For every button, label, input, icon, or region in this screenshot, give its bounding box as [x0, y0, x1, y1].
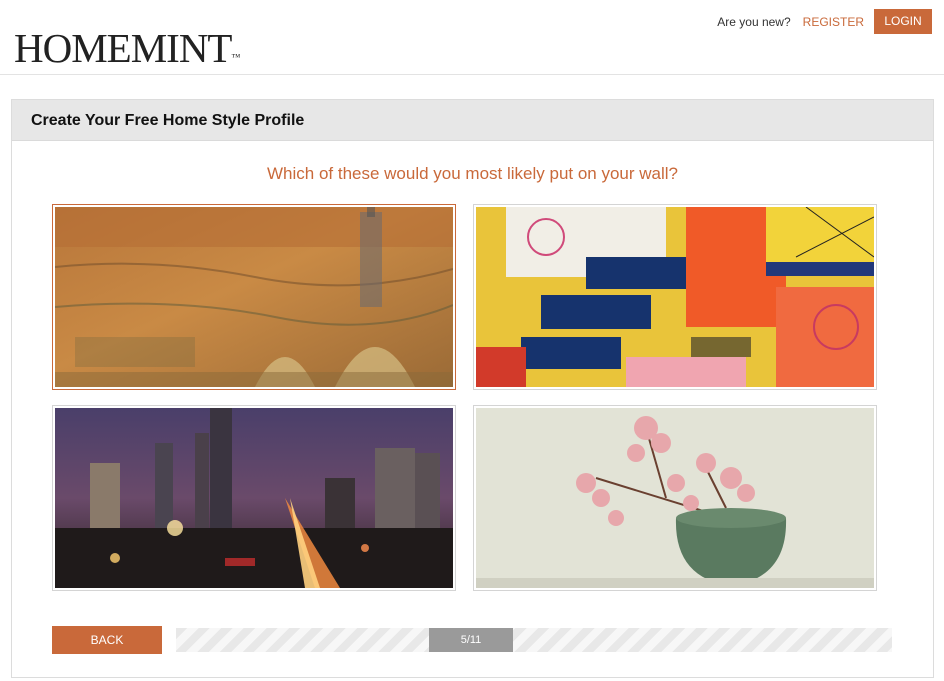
- login-button[interactable]: LOGIN: [874, 9, 932, 34]
- progress-indicator: 5/11: [429, 628, 513, 652]
- vintage-city-painting-image: [55, 207, 453, 387]
- logo-text: HOMEMINT: [14, 25, 232, 71]
- question-text: Which of these would you most likely put…: [266, 164, 679, 183]
- new-user-prompt: Are you new?: [717, 14, 791, 29]
- style-profile-panel: Create Your Free Home Style Profile Whic…: [11, 99, 934, 678]
- site-header: HOMEMINT™ Are you new? REGISTER LOGIN: [0, 0, 944, 75]
- progress-footer: BACK 5/11: [52, 626, 892, 654]
- cherry-blossom-vase-image: [476, 408, 874, 588]
- abstract-collage-image: [476, 207, 874, 387]
- panel-title: Create Your Free Home Style Profile: [12, 100, 933, 141]
- progress-bar: 5/11: [176, 628, 892, 652]
- homemint-logo[interactable]: HOMEMINT™: [14, 28, 240, 79]
- trademark-symbol: ™: [231, 52, 241, 62]
- city-night-photo-image: [55, 408, 453, 588]
- register-link[interactable]: REGISTER: [803, 15, 864, 29]
- option-vintage-city-painting[interactable]: [52, 204, 456, 390]
- top-nav: Are you new? REGISTER LOGIN: [717, 9, 932, 34]
- option-city-night-photo[interactable]: [52, 405, 456, 591]
- back-button[interactable]: BACK: [52, 626, 162, 654]
- option-cherry-blossom-vase[interactable]: [473, 405, 877, 591]
- option-abstract-collage[interactable]: [473, 204, 877, 390]
